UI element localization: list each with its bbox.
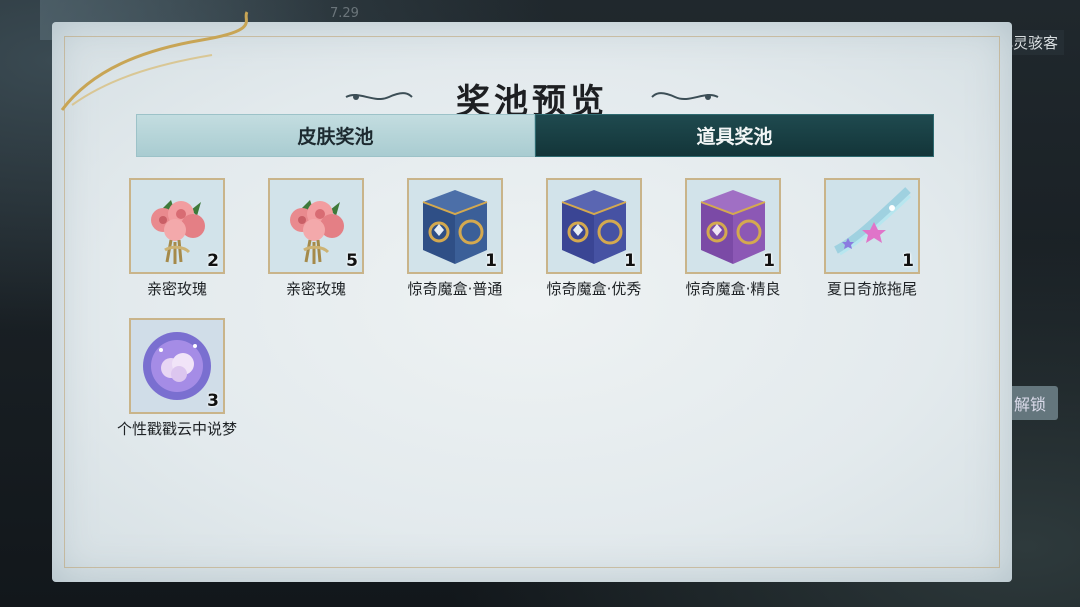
reward-thumb: 5 <box>268 178 364 274</box>
reward-thumb: 1 <box>685 178 781 274</box>
item-name: 个性戳戳云中说梦 <box>116 420 237 438</box>
item-count: 2 <box>207 251 219 271</box>
item-name: 夏日奇旅拖尾 <box>826 280 917 298</box>
item-count: 3 <box>207 391 219 411</box>
item-count: 1 <box>902 251 914 271</box>
reward-thumb: 1 <box>546 178 642 274</box>
item-count: 1 <box>763 251 775 271</box>
reward-thumb: 2 <box>129 178 225 274</box>
reward-item[interactable]: 5 亲密玫瑰 <box>251 178 381 299</box>
item-count: 5 <box>346 251 358 271</box>
reward-pool-panel: 奖池预览 <box>52 11 1012 582</box>
reward-item[interactable]: 1 夏日奇旅拖尾 <box>807 178 937 299</box>
item-name: 惊奇魔盒·普通 <box>407 280 503 298</box>
backdrop-date: 7.29 <box>330 6 359 21</box>
reward-item[interactable]: 2 亲密玫瑰 <box>112 178 242 299</box>
reward-item[interactable]: 1 惊奇魔盒·普通 <box>390 178 520 299</box>
reward-thumb: 3 <box>129 318 225 414</box>
reward-thumb: 1 <box>824 178 920 274</box>
item-name: 惊奇魔盒·精良 <box>685 280 781 298</box>
item-count: 1 <box>485 251 497 271</box>
item-name: 亲密玫瑰 <box>146 280 207 298</box>
pool-tabs: 皮肤奖池 道具奖池 <box>136 114 934 157</box>
reward-thumb: 1 <box>407 178 503 274</box>
reward-item[interactable]: 3 个性戳戳云中说梦 <box>112 318 242 439</box>
reward-item[interactable]: 1 惊奇魔盒·精良 <box>668 178 798 299</box>
tab-item-pool[interactable]: 道具奖池 <box>535 114 934 157</box>
item-count: 1 <box>624 251 636 271</box>
reward-item[interactable]: 1 惊奇魔盒·优秀 <box>529 178 659 299</box>
title-ornament-right-icon <box>651 92 719 100</box>
tab-skin-pool[interactable]: 皮肤奖池 <box>136 114 535 157</box>
item-name: 惊奇魔盒·优秀 <box>546 280 642 298</box>
item-name: 亲密玫瑰 <box>285 280 346 298</box>
